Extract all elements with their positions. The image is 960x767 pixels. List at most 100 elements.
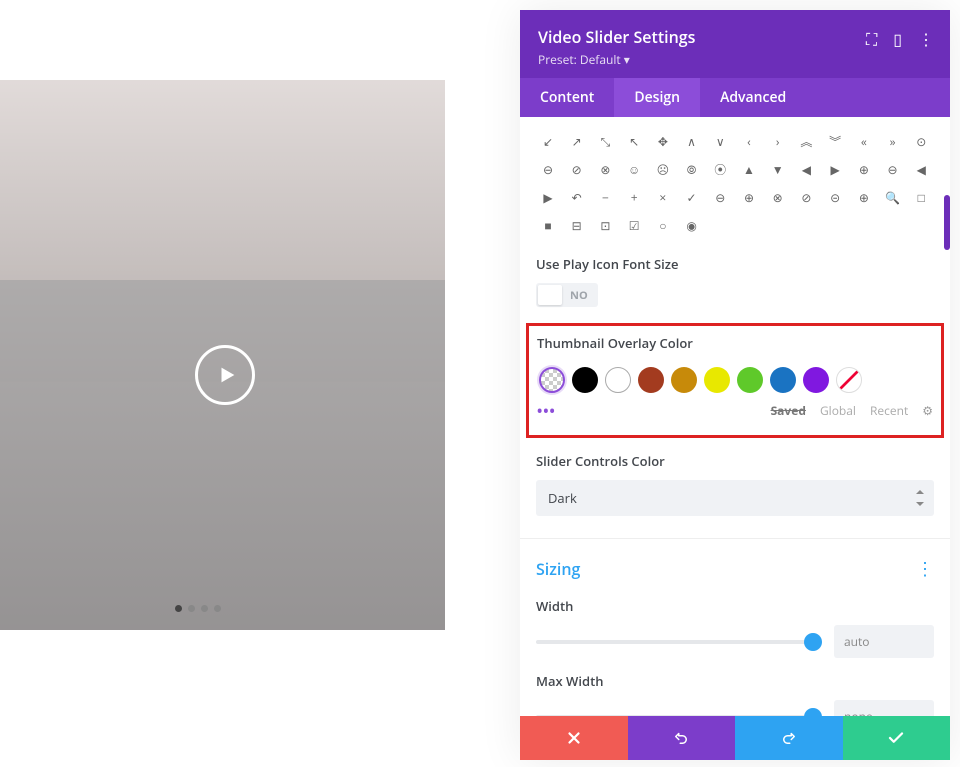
- undo-button[interactable]: [628, 716, 736, 760]
- icon-option[interactable]: ⊡: [593, 213, 617, 237]
- color-swatch-white[interactable]: [605, 367, 631, 393]
- use-play-icon-label: Use Play Icon Font Size: [536, 255, 934, 273]
- icon-option[interactable]: ☺: [622, 157, 646, 181]
- icon-option[interactable]: ‹: [737, 129, 761, 153]
- icon-option[interactable]: ↖: [622, 129, 646, 153]
- icon-option[interactable]: ⊗: [593, 157, 617, 181]
- icon-option[interactable]: ⊖: [881, 157, 905, 181]
- toggle-knob: [538, 285, 562, 305]
- toggle-label: NO: [562, 288, 596, 303]
- save-button[interactable]: [843, 716, 951, 760]
- icon-option[interactable]: ⊕: [737, 185, 761, 209]
- max-width-value[interactable]: none: [834, 700, 934, 716]
- redo-button[interactable]: [735, 716, 843, 760]
- slider-dot[interactable]: [188, 605, 195, 612]
- icon-option[interactable]: ∨: [708, 129, 732, 153]
- icon-option[interactable]: ◀: [794, 157, 818, 181]
- color-source-tabs: ••• Saved Global Recent ⚙: [537, 402, 933, 421]
- color-swatch-black[interactable]: [572, 367, 598, 393]
- icon-option[interactable]: ⊝: [823, 185, 847, 209]
- icon-option[interactable]: ↶: [565, 185, 589, 209]
- icon-option[interactable]: ○: [651, 213, 675, 237]
- slider-dot[interactable]: [175, 605, 182, 612]
- color-swatch-green[interactable]: [737, 367, 763, 393]
- tab-content[interactable]: Content: [520, 78, 614, 117]
- thumbnail-overlay-label: Thumbnail Overlay Color: [537, 334, 933, 352]
- color-swatch-orange[interactable]: [671, 367, 697, 393]
- icon-option[interactable]: ⦾: [680, 157, 704, 181]
- icon-option[interactable]: ▲: [737, 157, 761, 181]
- thumbnail-overlay-section: Thumbnail Overlay Color ••• Saved Global…: [526, 323, 944, 438]
- icon-option[interactable]: ▶: [536, 185, 560, 209]
- color-tab-global[interactable]: Global: [820, 402, 856, 421]
- icon-option[interactable]: ∧: [680, 129, 704, 153]
- icon-option[interactable]: ⊟: [565, 213, 589, 237]
- tab-advanced[interactable]: Advanced: [700, 78, 806, 117]
- icon-option[interactable]: »: [881, 129, 905, 153]
- icon-option[interactable]: ×: [651, 185, 675, 209]
- icon-option[interactable]: ︾: [823, 129, 847, 153]
- icon-option[interactable]: 🔍: [881, 185, 905, 209]
- slider-dot[interactable]: [201, 605, 208, 612]
- action-bar: [520, 716, 950, 760]
- section-divider: [520, 538, 950, 539]
- icon-option[interactable]: ↗: [565, 129, 589, 153]
- icon-option[interactable]: ›: [766, 129, 790, 153]
- icon-option[interactable]: ⤡: [593, 129, 617, 153]
- tab-design[interactable]: Design: [614, 78, 700, 117]
- icon-option[interactable]: ⦿: [708, 157, 732, 181]
- slider-controls-label: Slider Controls Color: [536, 452, 934, 470]
- icon-option[interactable]: ✥: [651, 129, 675, 153]
- icon-option[interactable]: +: [622, 185, 646, 209]
- color-swatch-darkred[interactable]: [638, 367, 664, 393]
- sizing-more-icon[interactable]: ⋮: [916, 557, 934, 581]
- slider-knob[interactable]: [804, 633, 822, 651]
- icon-option[interactable]: ⊕: [852, 157, 876, 181]
- color-swatch-none[interactable]: [836, 367, 862, 393]
- color-tab-saved[interactable]: Saved: [771, 402, 806, 421]
- max-width-slider[interactable]: [536, 715, 822, 717]
- icon-option[interactable]: ︽: [794, 129, 818, 153]
- icon-option[interactable]: ⊖: [708, 185, 732, 209]
- use-play-icon-toggle[interactable]: NO: [536, 283, 598, 307]
- color-swatch-yellow[interactable]: [704, 367, 730, 393]
- icon-option[interactable]: ⊗: [766, 185, 790, 209]
- icon-option[interactable]: ☑: [622, 213, 646, 237]
- slider-dot[interactable]: [214, 605, 221, 612]
- more-icon[interactable]: ⋮: [918, 28, 934, 50]
- slider-controls-select[interactable]: Dark: [536, 480, 934, 516]
- more-colors-icon[interactable]: •••: [537, 402, 556, 421]
- icon-option[interactable]: ▼: [766, 157, 790, 181]
- expand-icon[interactable]: ⛶: [866, 28, 877, 50]
- width-slider[interactable]: [536, 640, 822, 644]
- color-swatch-purple[interactable]: [803, 367, 829, 393]
- icon-option[interactable]: ↙: [536, 129, 560, 153]
- icon-option[interactable]: ⊖: [536, 157, 560, 181]
- close-button[interactable]: [520, 716, 628, 760]
- icon-option[interactable]: ⊙: [909, 129, 933, 153]
- scrollbar-thumb[interactable]: [944, 195, 950, 250]
- slider-pagination: [175, 605, 221, 612]
- icon-option[interactable]: ▶: [823, 157, 847, 181]
- color-tab-recent[interactable]: Recent: [870, 402, 908, 421]
- gear-icon[interactable]: ⚙: [922, 402, 933, 421]
- icon-option[interactable]: ■: [536, 213, 560, 237]
- slider-knob[interactable]: [804, 708, 822, 717]
- play-button[interactable]: [195, 345, 255, 405]
- panel-preset[interactable]: Preset: Default ▾: [538, 51, 932, 68]
- icon-option[interactable]: «: [852, 129, 876, 153]
- icon-option[interactable]: ⊕: [852, 185, 876, 209]
- color-swatch-transparent[interactable]: [539, 367, 565, 393]
- icon-option[interactable]: □: [909, 185, 933, 209]
- icon-option[interactable]: ⊘: [565, 157, 589, 181]
- width-value[interactable]: auto: [834, 625, 934, 658]
- icon-option[interactable]: ⊘: [794, 185, 818, 209]
- icon-option[interactable]: ☹: [651, 157, 675, 181]
- icon-option[interactable]: −: [593, 185, 617, 209]
- icon-option[interactable]: ◉: [680, 213, 704, 237]
- color-swatch-blue[interactable]: [770, 367, 796, 393]
- icon-option[interactable]: ◀: [909, 157, 933, 181]
- max-width-label: Max Width: [536, 672, 934, 690]
- split-icon[interactable]: ▯: [893, 28, 902, 50]
- icon-option[interactable]: ✓: [680, 185, 704, 209]
